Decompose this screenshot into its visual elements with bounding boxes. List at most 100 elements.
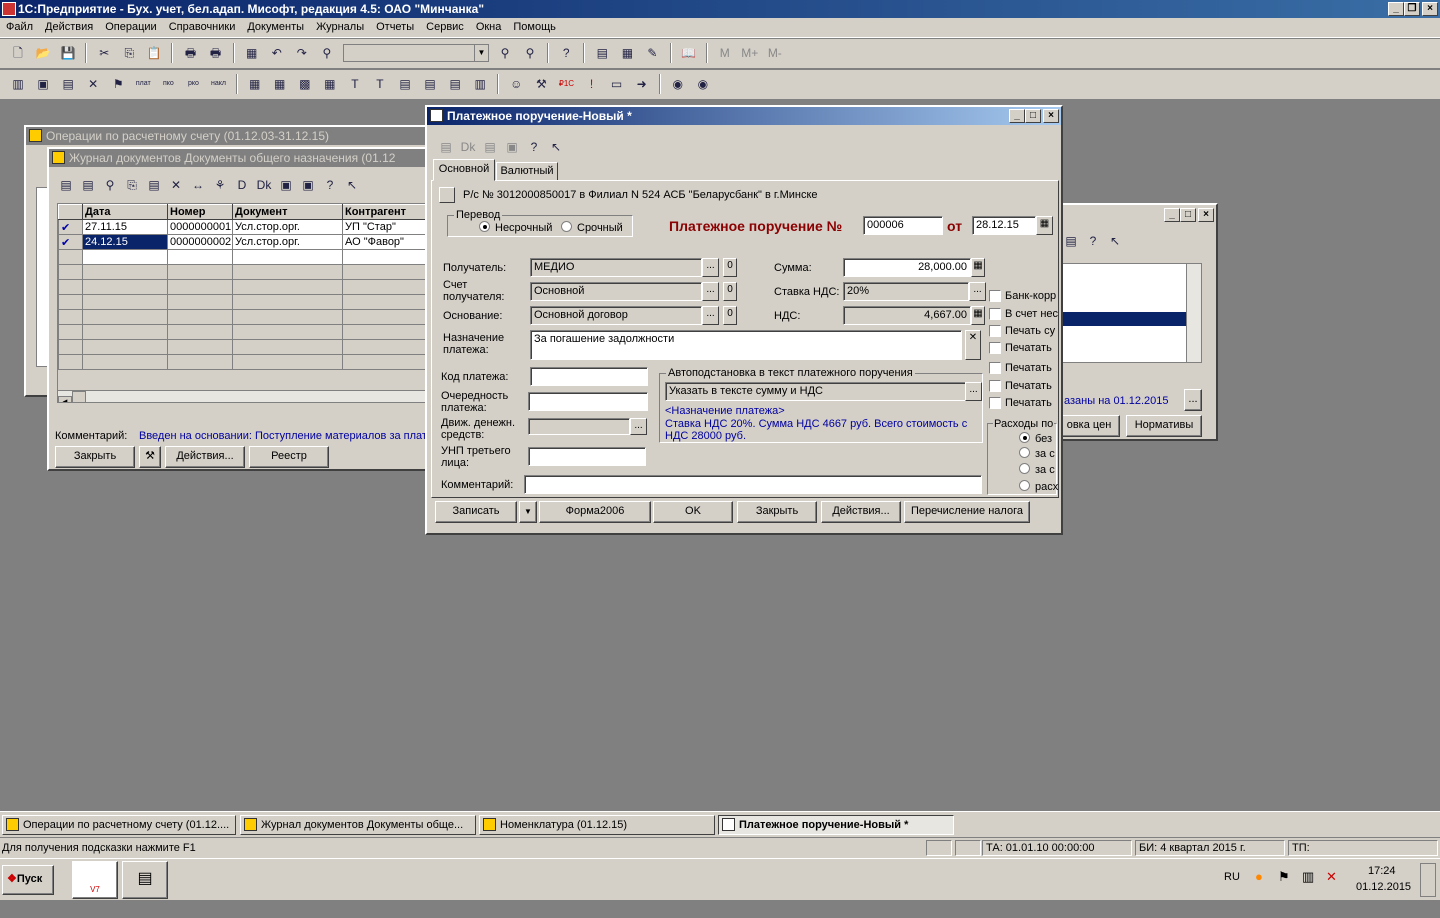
journal-view-icon[interactable]: ⚲: [100, 175, 120, 195]
menu-documents[interactable]: Документы: [241, 18, 310, 33]
col-number[interactable]: Номер: [167, 204, 233, 220]
task-payment-order[interactable]: Платежное поручение-Новый *: [718, 815, 954, 835]
ok-button[interactable]: OK: [653, 501, 733, 523]
order-number-field[interactable]: 000006: [863, 216, 943, 235]
col-document[interactable]: Документ: [232, 204, 343, 220]
transfer-urgent-radio[interactable]: [561, 221, 572, 232]
journal-delete-icon[interactable]: ✕: [166, 175, 186, 195]
open-icon[interactable]: 📂: [33, 43, 53, 63]
comment-field[interactable]: [524, 475, 982, 494]
journal-new-icon[interactable]: ▤: [56, 175, 76, 195]
save-button[interactable]: Записать: [435, 501, 517, 523]
journal-d-icon[interactable]: D: [232, 175, 252, 195]
memory-minus-button[interactable]: M-: [765, 43, 785, 63]
table-row[interactable]: [58, 294, 436, 310]
print-preview-icon[interactable]: 🖶: [206, 43, 226, 63]
nomen-list[interactable]: [1062, 263, 1202, 363]
clock-date[interactable]: 01.12.2015: [1356, 881, 1411, 893]
col-date[interactable]: Дата: [82, 204, 168, 220]
autofill-field[interactable]: Указать в тексте сумму и НДС: [665, 382, 967, 401]
search-combo[interactable]: ▼: [342, 44, 489, 62]
print-icon[interactable]: 🖶: [181, 43, 201, 63]
sum-field[interactable]: 28,000.00: [843, 258, 971, 277]
person-icon[interactable]: ☺: [506, 74, 526, 94]
close-icon[interactable]: ×: [1198, 208, 1214, 222]
account-clear-button[interactable]: 0: [723, 282, 737, 301]
journal-whatsthis-icon[interactable]: ↖: [342, 175, 362, 195]
clock-time[interactable]: 17:24: [1368, 865, 1396, 877]
plat-icon[interactable]: плат: [133, 74, 153, 94]
show-desktop-button[interactable]: [1420, 863, 1436, 897]
purpose-field[interactable]: За погашение задолжности: [530, 330, 962, 360]
undo-icon[interactable]: ↶: [267, 43, 287, 63]
globe2-icon[interactable]: ◉: [693, 74, 713, 94]
price-button[interactable]: овка цен: [1058, 415, 1120, 437]
pin-icon[interactable]: ⚑: [108, 74, 128, 94]
update-icon[interactable]: ●: [1255, 870, 1263, 883]
menu-catalogs[interactable]: Справочники: [163, 18, 242, 33]
journal8-icon[interactable]: ▤: [420, 74, 440, 94]
table-row[interactable]: ✔ 24.12.15 0000000002 Усл.стор.орг. АО "…: [58, 234, 436, 250]
nomen-selected-row[interactable]: [1063, 312, 1187, 326]
report-icon[interactable]: ▭: [607, 74, 627, 94]
table-row[interactable]: [58, 309, 436, 325]
tax-transfer-button[interactable]: Перечисление налога: [904, 501, 1030, 523]
dlg-dk-icon[interactable]: Dk: [458, 137, 478, 157]
calendar2-icon[interactable]: ▦: [617, 43, 637, 63]
1c-icon[interactable]: ₽1С: [556, 74, 576, 94]
journal4-icon[interactable]: ▦: [320, 74, 340, 94]
minimize-icon[interactable]: _: [1009, 109, 1025, 123]
in-account-checkbox[interactable]: [989, 308, 1001, 320]
language-indicator[interactable]: RU: [1224, 871, 1240, 883]
tab-currency[interactable]: Валютный: [496, 162, 558, 181]
journal1-icon[interactable]: ▦: [245, 74, 265, 94]
calendar-icon[interactable]: ▦: [1036, 216, 1053, 235]
maximize-icon[interactable]: □: [1180, 208, 1196, 222]
tools-icon[interactable]: ✕: [83, 74, 103, 94]
tool2-icon[interactable]: ⚒: [531, 74, 551, 94]
account-select-button[interactable]: [439, 187, 455, 203]
journal-help-icon[interactable]: ?: [320, 175, 340, 195]
calculator-icon[interactable]: ▤: [592, 43, 612, 63]
tab-main[interactable]: Основной: [433, 159, 495, 181]
find-icon[interactable]: ⚲: [317, 43, 337, 63]
recipient-select-button[interactable]: ...: [702, 258, 719, 277]
edit-icon[interactable]: ✎: [642, 43, 662, 63]
nomen-whatsthis-icon[interactable]: ↖: [1105, 231, 1125, 251]
chart-icon[interactable]: ▥: [8, 74, 28, 94]
table-row[interactable]: [58, 249, 436, 265]
journal-edit-icon[interactable]: ▤: [78, 175, 98, 195]
restore-icon[interactable]: ❐: [1404, 2, 1420, 16]
table-row[interactable]: [58, 264, 436, 280]
col-counterparty[interactable]: Контрагент: [342, 204, 436, 220]
journal-copy-icon[interactable]: ⎘: [122, 175, 142, 195]
table-row[interactable]: [58, 279, 436, 295]
start-button[interactable]: ❖Пуск: [2, 865, 54, 895]
memory-m-button[interactable]: M: [715, 43, 735, 63]
cashflow-select-button[interactable]: ...: [630, 418, 647, 435]
dlg-tool4-icon[interactable]: ▣: [502, 137, 522, 157]
journal-window-titlebar[interactable]: Журнал документов Документы общего назна…: [49, 149, 435, 167]
network-icon[interactable]: ▥: [1302, 870, 1314, 883]
journal-tool-button[interactable]: ⚒: [139, 446, 161, 468]
nakl-icon[interactable]: накл: [209, 74, 229, 94]
unp-field[interactable]: [528, 447, 646, 466]
scroll-thumb[interactable]: [72, 391, 86, 402]
basis-clear-button[interactable]: 0: [723, 306, 737, 325]
dlg-tool3-icon[interactable]: ▤: [480, 137, 500, 157]
vat-rate-select-button[interactable]: ...: [969, 282, 986, 301]
journal-range-icon[interactable]: ↔: [188, 175, 208, 195]
journal9-icon[interactable]: ▤: [445, 74, 465, 94]
table-row[interactable]: ✔ 27.11.15 0000000001 Усл.стор.орг. УП "…: [58, 219, 436, 235]
close-icon[interactable]: ×: [1422, 2, 1438, 16]
calendar-icon[interactable]: ▦: [242, 43, 262, 63]
journal-close-button[interactable]: Закрыть: [55, 446, 135, 468]
paste-icon[interactable]: 📋: [144, 43, 164, 63]
nomen-vscrollbar[interactable]: [1186, 264, 1201, 362]
actions-button[interactable]: Действия...: [821, 501, 901, 523]
save-dropdown-button[interactable]: ▼: [519, 501, 537, 523]
copy-icon[interactable]: ⎘: [119, 43, 139, 63]
minimize-icon[interactable]: _: [1388, 2, 1404, 16]
journal-post-icon[interactable]: ▣: [276, 175, 296, 195]
table-row[interactable]: [58, 354, 436, 370]
